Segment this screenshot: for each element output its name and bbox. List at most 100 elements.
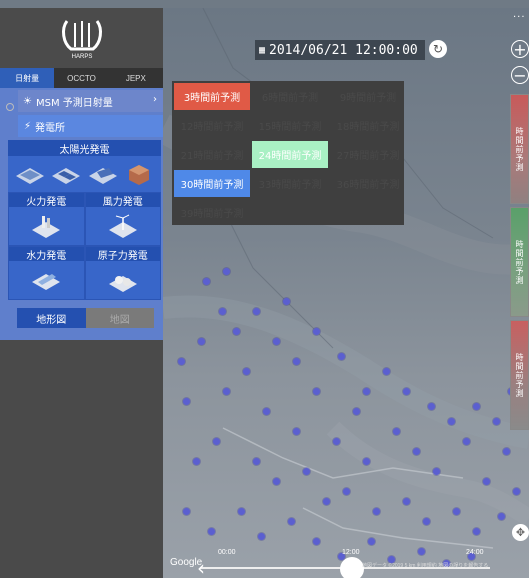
plant-marker[interactable]	[313, 328, 320, 335]
forecast-option[interactable]: 3時間前予測	[174, 83, 250, 110]
logo-text: HARPS	[71, 54, 92, 60]
plant-marker[interactable]	[473, 528, 480, 535]
solar-icons[interactable]	[8, 156, 161, 192]
timeline-slider-handle[interactable]	[340, 557, 364, 578]
plant-marker[interactable]	[223, 388, 230, 395]
terrain-map-button[interactable]: 地形図	[17, 308, 86, 328]
plant-marker[interactable]	[338, 353, 345, 360]
plant-marker[interactable]	[273, 478, 280, 485]
plant-marker[interactable]	[193, 458, 200, 465]
map-attribution: 地図データ ©2019 5 km 利用規約 地図の誤りを報告する	[362, 563, 489, 569]
tab-jepx[interactable]: JEPX	[109, 68, 163, 88]
plant-marker[interactable]	[219, 308, 226, 315]
forecast-option[interactable]: 6時間前予測	[252, 83, 328, 110]
forecast-option[interactable]: 27時間前予測	[330, 141, 406, 168]
plant-marker[interactable]	[293, 428, 300, 435]
plant-marker[interactable]	[433, 468, 440, 475]
plant-marker[interactable]	[383, 368, 390, 375]
plant-marker[interactable]	[463, 438, 470, 445]
forecast-option[interactable]: 24時間前予測	[252, 141, 328, 168]
plant-marker[interactable]	[418, 548, 425, 555]
plus-circle-icon[interactable]: +	[511, 40, 529, 59]
plant-marker[interactable]	[203, 278, 210, 285]
plant-marker[interactable]	[238, 508, 245, 515]
plant-marker[interactable]	[198, 338, 205, 345]
plant-marker[interactable]	[313, 538, 320, 545]
refresh-icon[interactable]: ↻	[429, 40, 447, 58]
plant-marker[interactable]	[303, 468, 310, 475]
plant-marker[interactable]	[273, 338, 280, 345]
minus-circle-icon[interactable]: −	[511, 66, 529, 85]
plant-marker[interactable]	[453, 508, 460, 515]
solar-building-icon[interactable]	[123, 162, 155, 186]
plant-marker[interactable]	[473, 403, 480, 410]
plant-marker[interactable]	[313, 388, 320, 395]
plant-marker[interactable]	[178, 358, 185, 365]
plant-marker[interactable]	[393, 428, 400, 435]
thermal-plant-cell[interactable]: 火力発電	[8, 192, 85, 246]
plant-marker[interactable]	[343, 488, 350, 495]
plant-marker[interactable]	[323, 498, 330, 505]
plant-marker[interactable]	[183, 508, 190, 515]
forecast-option[interactable]: 36時間前予測	[330, 170, 406, 197]
forecast-option[interactable]: 33時間前予測	[252, 170, 328, 197]
compass-icon[interactable]: ✥	[512, 524, 529, 541]
msm-forecast-item[interactable]: ☀ MSM 予測日射量 ›	[18, 90, 163, 112]
plant-marker[interactable]	[213, 438, 220, 445]
forecast-option[interactable]: 15時間前予測	[252, 112, 328, 139]
chevron-left-icon[interactable]: ‹	[197, 556, 205, 578]
plant-marker[interactable]	[288, 518, 295, 525]
solar-array-icon[interactable]	[50, 162, 82, 186]
forecast-option[interactable]: 39時間前予測	[174, 199, 250, 226]
plant-marker[interactable]	[183, 398, 190, 405]
plant-marker[interactable]	[428, 403, 435, 410]
plant-marker[interactable]	[263, 408, 270, 415]
datetime-display[interactable]: ▦ 2014/06/21 12:00:00	[255, 40, 425, 60]
solar-roof-icon[interactable]	[87, 162, 119, 186]
more-icon[interactable]: ···	[513, 12, 526, 23]
plant-marker[interactable]	[253, 458, 260, 465]
plant-marker[interactable]	[368, 538, 375, 545]
power-plant-item[interactable]: ⚡ 発電所	[18, 115, 163, 137]
plant-marker[interactable]	[353, 408, 360, 415]
plant-marker[interactable]	[363, 388, 370, 395]
forecast-option[interactable]: 12時間前予測	[174, 112, 250, 139]
plant-marker[interactable]	[498, 513, 505, 520]
plant-marker[interactable]	[233, 328, 240, 335]
plant-marker[interactable]	[513, 488, 520, 495]
plant-marker[interactable]	[503, 448, 510, 455]
legend-panel-3[interactable]: 時間前予測	[510, 320, 529, 430]
forecast-option[interactable]: 9時間前予測	[330, 83, 406, 110]
msm-radio[interactable]	[6, 103, 14, 111]
legend-panel-1[interactable]: 時間前予測	[510, 94, 529, 204]
plant-marker[interactable]	[403, 498, 410, 505]
tab-solar[interactable]: 日射量	[0, 68, 55, 88]
plant-marker[interactable]	[413, 448, 420, 455]
plant-marker[interactable]	[373, 508, 380, 515]
plant-marker[interactable]	[403, 388, 410, 395]
legend-panel-2[interactable]: 時間前予測	[510, 207, 529, 317]
plant-marker[interactable]	[258, 533, 265, 540]
plant-marker[interactable]	[283, 298, 290, 305]
hydro-plant-cell[interactable]: 水力発電	[8, 246, 85, 300]
forecast-option[interactable]: 18時間前予測	[330, 112, 406, 139]
tab-occto[interactable]: OCCTO	[54, 68, 108, 88]
forecast-option[interactable]: 21時間前予測	[174, 141, 250, 168]
plant-marker[interactable]	[223, 268, 230, 275]
plant-marker[interactable]	[333, 438, 340, 445]
plant-marker[interactable]	[293, 358, 300, 365]
plant-marker[interactable]	[493, 418, 500, 425]
nuclear-plant-cell[interactable]: 原子力発電	[84, 246, 161, 300]
solar-panel-icon[interactable]	[14, 162, 46, 186]
plant-marker[interactable]	[243, 368, 250, 375]
plant-type-box: 太陽光発電 火力発電 風力発電 水力発電 原子力発電	[8, 140, 161, 300]
wind-plant-cell[interactable]: 風力発電	[84, 192, 161, 246]
roadmap-button[interactable]: 地図	[85, 308, 154, 328]
plant-marker[interactable]	[363, 458, 370, 465]
forecast-option[interactable]: 30時間前予測	[174, 170, 250, 197]
plant-marker[interactable]	[448, 418, 455, 425]
plant-marker[interactable]	[253, 308, 260, 315]
plant-marker[interactable]	[483, 478, 490, 485]
plant-marker[interactable]	[208, 528, 215, 535]
plant-marker[interactable]	[423, 518, 430, 525]
